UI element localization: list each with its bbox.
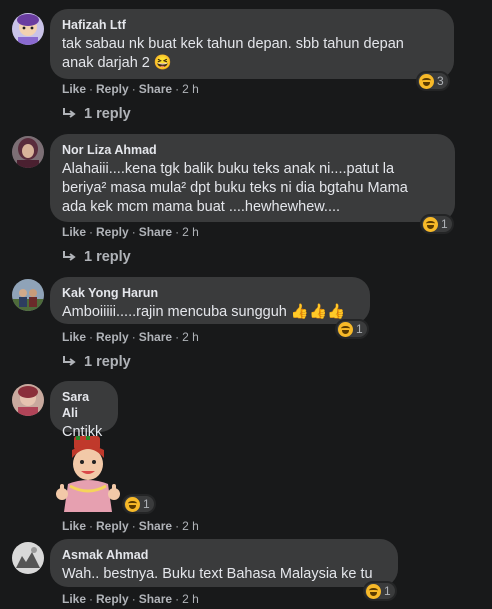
reaction-count: 1	[441, 217, 448, 231]
reaction-badge[interactable]: 3	[416, 71, 450, 91]
haha-icon	[419, 73, 434, 89]
reply-button[interactable]: Reply	[96, 519, 129, 533]
share-button[interactable]: Share	[139, 225, 172, 239]
author-name[interactable]: Kak Yong Harun	[62, 285, 358, 301]
author-name[interactable]: Nor Liza Ahmad	[62, 142, 443, 158]
avatar[interactable]	[12, 13, 44, 45]
comment-actions: Like · Reply · Share · 2 h	[62, 82, 199, 96]
avatar[interactable]	[12, 136, 44, 168]
share-button[interactable]: Share	[139, 82, 172, 96]
reply-button[interactable]: Reply	[96, 82, 129, 96]
reply-count[interactable]: 1 reply	[84, 249, 131, 265]
comment-actions: Like · Reply · Share · 2 h	[62, 592, 199, 606]
comment-thread: Hafizah Ltf tak sabau nk buat kek tahun …	[0, 0, 492, 609]
reply-arrow-icon	[62, 356, 76, 368]
comment-bubble: Nor Liza Ahmad Alahaiii....kena tgk bali…	[50, 134, 455, 222]
reaction-badge[interactable]: 1	[363, 581, 397, 601]
view-replies-link[interactable]: 1 reply	[62, 354, 131, 370]
timestamp[interactable]: 2 h	[182, 225, 199, 239]
author-name[interactable]: Hafizah Ltf	[62, 17, 442, 33]
comment-bubble: Hafizah Ltf tak sabau nk buat kek tahun …	[50, 9, 454, 79]
like-button[interactable]: Like	[62, 519, 86, 533]
reply-button[interactable]: Reply	[96, 225, 129, 239]
reaction-count: 1	[384, 584, 391, 598]
timestamp[interactable]: 2 h	[182, 330, 199, 344]
reaction-badge[interactable]: 1	[122, 494, 156, 514]
avatar[interactable]	[12, 542, 44, 574]
timestamp[interactable]: 2 h	[182, 592, 199, 606]
haha-icon	[125, 496, 140, 512]
comment-bubble: Kak Yong Harun Amboiiiii.....rajin mencu…	[50, 277, 370, 324]
view-replies-link[interactable]: 1 reply	[62, 106, 131, 122]
share-button[interactable]: Share	[139, 519, 172, 533]
like-button[interactable]: Like	[62, 225, 86, 239]
timestamp[interactable]: 2 h	[182, 519, 199, 533]
avatar[interactable]	[12, 279, 44, 311]
reply-count[interactable]: 1 reply	[84, 354, 131, 370]
reaction-count: 3	[437, 74, 444, 88]
reply-button[interactable]: Reply	[96, 330, 129, 344]
reply-arrow-icon	[62, 251, 76, 263]
reply-button[interactable]: Reply	[96, 592, 129, 606]
author-name[interactable]: Sara Ali	[62, 389, 106, 421]
reply-arrow-icon	[62, 108, 76, 120]
haha-icon	[366, 583, 381, 599]
like-button[interactable]: Like	[62, 330, 86, 344]
comment-text: tak sabau nk buat kek tahun depan. sbb t…	[62, 36, 404, 71]
reaction-count: 1	[143, 497, 150, 511]
share-button[interactable]: Share	[139, 330, 172, 344]
view-replies-link[interactable]: 1 reply	[62, 249, 131, 265]
avatar[interactable]	[12, 384, 44, 416]
reply-count[interactable]: 1 reply	[84, 106, 131, 122]
comment-actions: Like · Reply · Share · 2 h	[62, 330, 199, 344]
comment-bubble: Asmak Ahmad Wah.. bestnya. Buku text Bah…	[50, 539, 398, 587]
comment-actions: Like · Reply · Share · 2 h	[62, 519, 199, 533]
comment-text: Amboiiiii.....rajin mencuba sungguh 👍👍👍	[62, 304, 346, 320]
reaction-badge[interactable]: 1	[420, 214, 454, 234]
haha-icon	[338, 321, 353, 337]
comment-text: Wah.. bestnya. Buku text Bahasa Malaysia…	[62, 566, 373, 582]
sticker-image[interactable]	[52, 434, 124, 512]
comment-bubble: Sara Ali Cntikk	[50, 381, 118, 440]
comment-text: Alahaiii....kena tgk balik buku teks ana…	[62, 161, 408, 215]
reaction-badge[interactable]: 1	[335, 319, 369, 339]
share-button[interactable]: Share	[139, 592, 172, 606]
author-name[interactable]: Asmak Ahmad	[62, 547, 386, 563]
timestamp[interactable]: 2 h	[182, 82, 199, 96]
reaction-count: 1	[356, 322, 363, 336]
like-button[interactable]: Like	[62, 82, 86, 96]
like-button[interactable]: Like	[62, 592, 86, 606]
comment-actions: Like · Reply · Share · 2 h	[62, 225, 199, 239]
haha-icon	[423, 216, 438, 232]
